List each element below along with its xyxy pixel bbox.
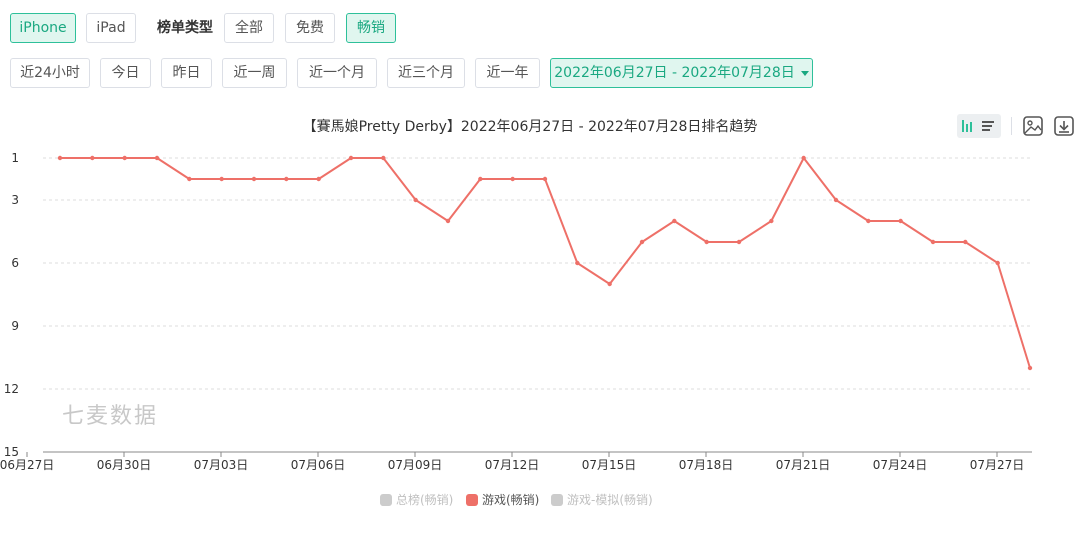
x-tick-label: 07月06日 bbox=[291, 458, 346, 472]
data-point bbox=[769, 218, 774, 224]
legend-label: 总榜(畅销) bbox=[396, 493, 454, 507]
data-point bbox=[381, 155, 386, 161]
legend-item-games-sim[interactable]: 游戏-模拟(畅销) bbox=[551, 492, 653, 508]
save-image-icon[interactable] bbox=[1021, 114, 1045, 138]
range-year-button[interactable]: 近一年 bbox=[475, 58, 540, 88]
data-point bbox=[251, 176, 257, 182]
data-point bbox=[187, 176, 192, 182]
list-icon[interactable] bbox=[982, 121, 994, 131]
data-point bbox=[833, 197, 839, 203]
data-point bbox=[445, 218, 451, 224]
toolbar-divider bbox=[1011, 117, 1012, 135]
range-today-button[interactable]: 今日 bbox=[100, 58, 151, 88]
series bbox=[57, 155, 1033, 371]
x-tick-label: 07月18日 bbox=[679, 458, 734, 472]
range-24h-button[interactable]: 近24小时 bbox=[10, 58, 90, 88]
watermark: 七麦数据 bbox=[62, 404, 159, 429]
data-point bbox=[57, 155, 63, 161]
range-month-button[interactable]: 近一个月 bbox=[297, 58, 377, 88]
download-icon[interactable] bbox=[1052, 114, 1076, 138]
legend-item-total[interactable]: 总榜(畅销) bbox=[380, 492, 453, 508]
rank-type-all-button[interactable]: 全部 bbox=[224, 13, 274, 43]
rank-type-free-button[interactable]: 免费 bbox=[285, 13, 335, 43]
data-point bbox=[510, 176, 515, 182]
y-tick-label: 12 bbox=[4, 382, 19, 396]
data-point bbox=[704, 239, 709, 245]
legend-swatch bbox=[551, 493, 563, 506]
data-point bbox=[284, 176, 289, 182]
data-point bbox=[348, 155, 354, 161]
x-tick-label: 07月21日 bbox=[776, 458, 831, 472]
chart-view-toggle-svg bbox=[962, 120, 994, 132]
range-3months-button[interactable]: 近三个月 bbox=[387, 58, 465, 88]
legend-swatch bbox=[380, 493, 392, 506]
data-point bbox=[575, 260, 580, 266]
chart-view-toggle bbox=[957, 114, 1001, 138]
data-point bbox=[963, 239, 968, 245]
date-range-text: 2022年06月27日 - 2022年07月28日 bbox=[554, 65, 795, 81]
data-point bbox=[478, 176, 483, 182]
legend-label: 游戏-模拟(畅销) bbox=[567, 493, 653, 507]
x-tick-label: 07月24日 bbox=[873, 458, 928, 472]
y-tick-label: 9 bbox=[11, 319, 19, 333]
x-tick-label: 06月30日 bbox=[97, 458, 152, 472]
data-point bbox=[995, 260, 1000, 266]
y-tick-label: 3 bbox=[11, 193, 19, 207]
y-tick-label: 1 bbox=[11, 151, 19, 165]
rank-type-grossing-button[interactable]: 畅销 bbox=[346, 13, 396, 43]
caret-down-icon bbox=[800, 70, 809, 76]
data-point bbox=[639, 239, 645, 245]
data-point bbox=[930, 239, 936, 245]
x-tick-label: 07月12日 bbox=[485, 458, 540, 472]
data-point bbox=[413, 197, 418, 203]
data-point bbox=[672, 218, 677, 224]
legend-swatch bbox=[466, 493, 478, 506]
data-point bbox=[1027, 365, 1033, 371]
legend-item-games[interactable]: 游戏(畅销) bbox=[466, 492, 539, 508]
data-point bbox=[90, 155, 95, 161]
data-point bbox=[736, 239, 742, 245]
range-week-button[interactable]: 近一周 bbox=[222, 58, 287, 88]
x-tick-label: 07月09日 bbox=[388, 458, 443, 472]
data-point bbox=[219, 176, 224, 182]
range-yesterday-button[interactable]: 昨日 bbox=[161, 58, 212, 88]
x-tick-label: 06月27日 bbox=[0, 458, 54, 472]
data-point bbox=[898, 218, 903, 224]
device-tab-ipad[interactable]: iPad bbox=[86, 13, 136, 43]
device-tab-iphone[interactable]: iPhone bbox=[10, 13, 76, 43]
bar-chart-icon[interactable] bbox=[962, 120, 972, 132]
data-point bbox=[866, 218, 871, 224]
y-tick-label: 15 bbox=[4, 445, 19, 459]
y-tick-label: 6 bbox=[11, 256, 19, 270]
rank-type-label: 榜单类型 bbox=[157, 20, 213, 36]
chart-title: 【賽馬娘Pretty Derby】2022年06月27日 - 2022年07月2… bbox=[302, 119, 758, 135]
x-tick-label: 07月27日 bbox=[970, 458, 1025, 472]
data-point bbox=[801, 155, 806, 161]
legend-label: 游戏(畅销) bbox=[482, 493, 540, 507]
data-point bbox=[607, 281, 612, 287]
data-point bbox=[316, 176, 321, 182]
x-tick-label: 07月03日 bbox=[194, 458, 249, 472]
rank-trend-chart: 1 3 6 9 12 1506月27日 06月30日 07月03日 07月06日 07月09日 07… bbox=[0, 151, 1033, 472]
date-range-picker[interactable]: 2022年06月27日 - 2022年07月28日 bbox=[550, 58, 813, 88]
data-point bbox=[154, 155, 160, 161]
data-point bbox=[122, 155, 127, 161]
grid bbox=[43, 157, 1032, 390]
x-tick-label: 07月15日 bbox=[582, 458, 637, 472]
data-point bbox=[542, 176, 548, 182]
